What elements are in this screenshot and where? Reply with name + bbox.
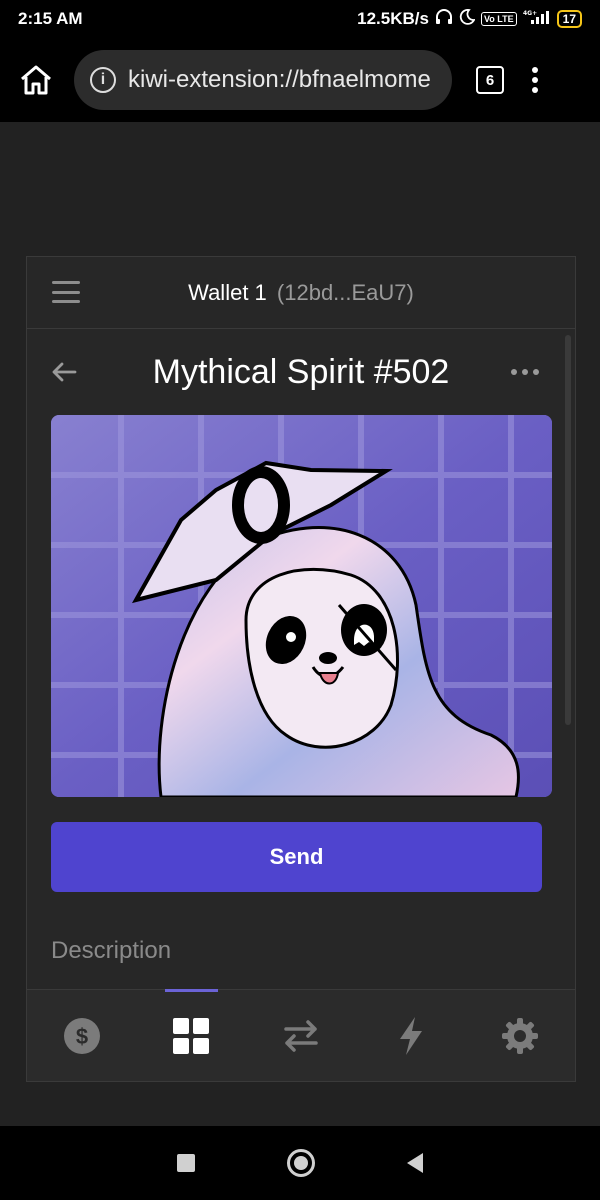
menu-button[interactable] <box>52 281 80 303</box>
nav-settings[interactable] <box>465 990 575 1081</box>
grid-icon <box>173 1017 210 1054</box>
nft-title: Mythical Spirit #502 <box>152 352 450 391</box>
more-options-button[interactable] <box>511 369 539 375</box>
svg-text:$: $ <box>76 1024 88 1049</box>
network-type: 4G+ <box>523 10 537 17</box>
volte-badge: Vo LTE <box>480 12 517 26</box>
status-bar: 2:15 AM 12.5KB/s Vo LTE 4G+ 17 <box>0 0 600 38</box>
battery-indicator: 17 <box>556 10 582 28</box>
address-bar[interactable]: i kiwi-extension://bfnaelmome <box>74 50 452 110</box>
url-text[interactable]: kiwi-extension://bfnaelmome <box>128 66 431 94</box>
popup-header: Wallet 1 (12bd...EaU7) <box>27 257 575 329</box>
wallet-selector[interactable]: Wallet 1 (12bd...EaU7) <box>27 280 575 306</box>
nav-swap[interactable] <box>246 990 356 1081</box>
home-nav-button[interactable] <box>287 1149 315 1177</box>
wallet-address: (12bd...EaU7) <box>276 279 414 305</box>
bottom-nav: $ <box>27 989 575 1081</box>
wallet-name: Wallet 1 <box>188 279 267 305</box>
gear-icon <box>502 1017 539 1054</box>
moon-icon <box>459 8 476 30</box>
status-icons: 12.5KB/s Vo LTE 4G+ 17 <box>357 8 582 31</box>
status-time: 2:15 AM <box>18 9 83 28</box>
signal-icon: 4G+ <box>523 9 551 30</box>
browser-toolbar: i kiwi-extension://bfnaelmome 6 <box>0 38 600 122</box>
nav-collectibles[interactable] <box>137 989 247 1081</box>
net-speed: 12.5KB/s <box>357 9 429 28</box>
description-heading: Description <box>51 937 172 964</box>
nav-activity[interactable] <box>356 990 466 1081</box>
home-icon <box>21 65 51 95</box>
nft-header: Mythical Spirit #502 <box>27 329 575 415</box>
home-button[interactable] <box>14 58 58 102</box>
info-icon[interactable]: i <box>90 67 116 93</box>
android-navigation-bar <box>0 1126 600 1200</box>
dollar-icon: $ <box>63 1017 100 1054</box>
send-button[interactable]: Send <box>51 822 542 892</box>
nav-balances[interactable]: $ <box>27 990 137 1081</box>
tab-switcher-button[interactable]: 6 <box>476 66 504 94</box>
browser-menu-button[interactable] <box>532 67 538 93</box>
wallet-popup: Wallet 1 (12bd...EaU7) Mythical Spirit #… <box>26 256 576 1082</box>
nft-image <box>51 415 552 797</box>
back-arrow-icon[interactable] <box>51 359 77 385</box>
swap-icon <box>284 1019 318 1052</box>
headphones-icon <box>435 8 453 31</box>
recents-button[interactable] <box>177 1154 195 1172</box>
back-nav-button[interactable] <box>407 1153 423 1173</box>
lightning-icon <box>399 1016 422 1055</box>
